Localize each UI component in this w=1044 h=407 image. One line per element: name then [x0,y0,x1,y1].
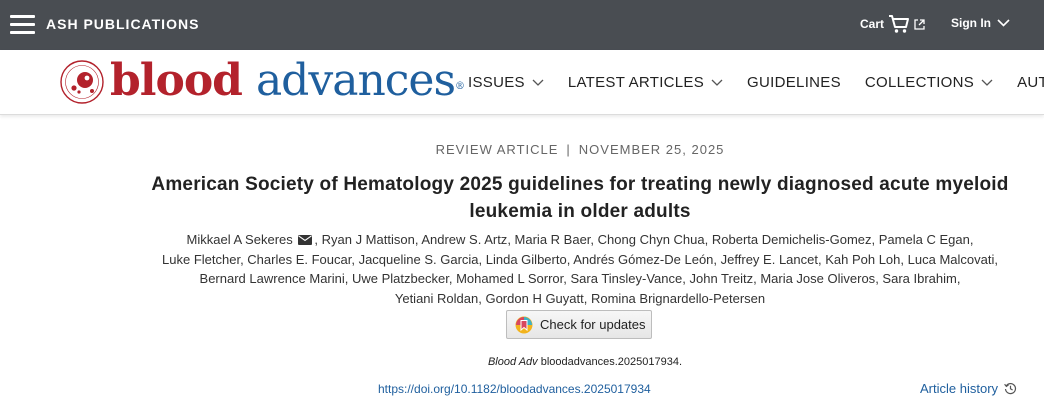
chevron-down-icon [711,79,723,86]
nav-menu: ISSUES LATEST ARTICLES GUIDELINES COLLEC… [468,74,1044,91]
citation-id: bloodadvances.2025017934. [540,356,683,368]
author-name[interactable]: Andrés Gómez-De León [573,252,713,267]
meta-separator: | [566,142,571,157]
citation: Blood Adv bloodadvances.2025017934. [0,356,1044,368]
author-name[interactable]: Gordon H Guyatt [485,291,583,306]
hamburger-menu-icon[interactable] [10,15,35,34]
author-name[interactable]: Kah Poh Loh [825,252,900,267]
author-name[interactable]: Mikkael A Sekeres [187,232,293,247]
author-name[interactable]: Jacqueline S. Garcia [359,252,479,267]
author-name[interactable]: Pamela C Egan [879,232,970,247]
logo-registered-mark: ® [455,81,466,92]
author-name[interactable]: Uwe Platzbecker [352,271,449,286]
main-nav: blood advances® ISSUES LATEST ARTICLES G… [0,50,1044,115]
external-link-icon [914,18,925,30]
nav-collections-label: COLLECTIONS [864,74,975,91]
check-for-updates-label: Check for updates [540,317,646,332]
doi-link[interactable]: https://doi.org/10.1182/bloodadvances.20… [378,382,651,396]
sign-in-link[interactable]: Sign In [951,16,1010,30]
cart-icon [889,15,910,33]
author-name[interactable]: Maria R Baer [515,232,591,247]
sign-in-label: Sign In [951,16,991,30]
nav-guidelines[interactable]: GUIDELINES [747,74,841,91]
blood-advances-logo[interactable]: blood advances® [110,53,465,109]
nav-issues-label: ISSUES [468,74,525,91]
nav-issues[interactable]: ISSUES [468,74,544,91]
nav-collections[interactable]: COLLECTIONS [865,74,993,91]
article-title: American Society of Hematology 2025 guid… [151,174,1009,222]
author-name[interactable]: Jeffrey E. Lancet [721,252,818,267]
logo-blood-word: blood [110,55,243,106]
nav-authors-label: AUT [1017,74,1044,91]
author-name[interactable]: Ryan J Mattison [322,232,415,247]
author-name[interactable]: Sara Tinsley-Vance [570,271,682,286]
chevron-down-icon [981,79,993,86]
author-name[interactable]: Mohamed L Sorror [456,271,563,286]
mail-icon[interactable] [298,235,313,245]
article-date: NOVEMBER 25, 2025 [578,142,725,157]
ash-seal-logo[interactable] [58,58,106,106]
author-name[interactable]: Roberta Demichelis-Gomez [712,232,872,247]
check-for-updates-button[interactable]: Check for updates [506,310,652,339]
ash-publications-link[interactable]: ASH PUBLICATIONS [46,16,199,32]
top-bar: ASH PUBLICATIONS Cart Sign In [0,0,1044,50]
cart-label: Cart [860,17,885,31]
author-name[interactable]: John Treitz [689,271,753,286]
cart-link[interactable]: Cart [860,14,925,34]
author-name[interactable]: Chong Chyn Chua [598,232,705,247]
logo-advances-word: advances [255,55,456,106]
nav-latest-articles[interactable]: LATEST ARTICLES [568,74,723,91]
nav-authors[interactable]: AUT [1017,74,1044,91]
chevron-down-icon [532,79,544,86]
article-history-label: Article history [920,381,999,396]
author-name[interactable]: Romina Brignardello-Petersen [591,291,765,306]
author-name[interactable]: Linda Gilberto [486,252,567,267]
author-name[interactable]: Luke Fletcher [162,252,240,267]
nav-guidelines-label: GUIDELINES [747,74,841,91]
author-name[interactable]: Charles E. Foucar [247,252,351,267]
author-name[interactable]: Andrew S. Artz [421,232,507,247]
author-list: Mikkael A Sekeres , Ryan J Mattison, And… [162,232,998,306]
citation-journal: Blood Adv [487,356,538,368]
article-meta: REVIEW ARTICLE | NOVEMBER 25, 2025 [0,142,1044,157]
author-name[interactable]: Sara Ibrahim [882,271,956,286]
history-icon [1004,382,1017,395]
author-name[interactable]: Luca Malcovati [908,252,995,267]
article-history-link[interactable]: Article history [920,381,1017,396]
crossmark-icon [515,316,533,333]
article-type: REVIEW ARTICLE [435,142,559,157]
author-name[interactable]: Maria Jose Oliveros [760,271,875,286]
author-name[interactable]: Yetiani Roldan [395,291,478,306]
chevron-down-icon [997,19,1010,27]
author-name[interactable]: Bernard Lawrence Marini [200,271,345,286]
nav-latest-articles-label: LATEST ARTICLES [567,74,705,91]
